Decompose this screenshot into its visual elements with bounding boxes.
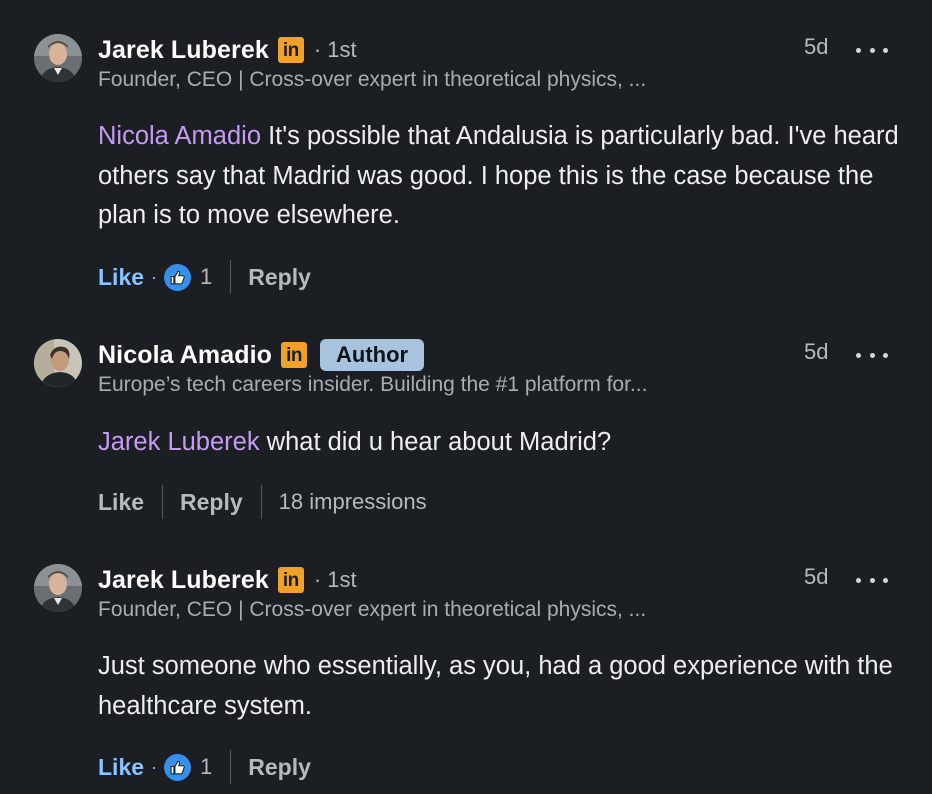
reply-button[interactable]: Reply	[180, 489, 243, 516]
author-row: Nicola Amadio in Author	[98, 337, 425, 373]
like-button[interactable]: Like	[98, 754, 144, 781]
avatar[interactable]	[34, 34, 82, 82]
comment-actions: Like Reply 18 impressions	[98, 485, 427, 519]
divider	[260, 485, 262, 519]
divider	[230, 260, 232, 294]
author-badge: Author	[320, 339, 425, 371]
avatar[interactable]	[34, 339, 82, 387]
separator-dot: ·	[151, 756, 158, 777]
impressions-count[interactable]: 18 impressions	[279, 489, 427, 515]
divider	[162, 485, 164, 519]
commenter-name[interactable]: Jarek Luberek	[98, 36, 269, 65]
comment-text: Nicola Amadio It's possible that Andalus…	[98, 117, 908, 236]
comment-actions: Like · 1 Reply	[98, 260, 311, 294]
comment-time: 5d	[804, 34, 829, 59]
mention-link[interactable]: Nicola Amadio	[98, 122, 261, 150]
commenter-headline: Founder, CEO | Cross-over expert in theo…	[98, 598, 647, 621]
thumbs-up-icon[interactable]	[164, 263, 192, 291]
commenter-name[interactable]: Nicola Amadio	[98, 341, 272, 370]
author-row: Jarek Luberek in · 1st	[98, 32, 357, 68]
linkedin-icon: in	[277, 37, 304, 63]
commenter-headline: Founder, CEO | Cross-over expert in theo…	[98, 68, 647, 91]
more-options-icon[interactable]	[856, 351, 888, 359]
reply-button[interactable]: Reply	[248, 754, 311, 781]
more-options-icon[interactable]	[856, 46, 888, 54]
like-button[interactable]: Like	[98, 264, 144, 291]
comment-time: 5d	[804, 339, 829, 364]
reply-button[interactable]: Reply	[248, 264, 311, 291]
separator-dot: ·	[151, 266, 158, 287]
connection-degree: · 1st	[313, 37, 357, 62]
comment-1: Jarek Luberek in · 1st Founder, CEO | Cr…	[0, 32, 932, 302]
comment-actions: Like · 1 Reply	[98, 750, 311, 784]
comment-text: Just someone who essentially, as you, ha…	[98, 647, 908, 726]
comment-3: Jarek Luberek in · 1st Founder, CEO | Cr…	[0, 562, 932, 794]
reaction-count[interactable]: 1	[200, 754, 212, 780]
divider	[230, 750, 232, 784]
connection-degree: · 1st	[313, 567, 357, 592]
linkedin-icon: in	[281, 342, 308, 368]
linkedin-icon: in	[277, 567, 304, 593]
more-options-icon[interactable]	[856, 576, 888, 584]
comment-time: 5d	[804, 564, 829, 589]
thumbs-up-icon[interactable]	[164, 753, 192, 781]
commenter-headline: Europe’s tech careers insider. Building …	[98, 373, 648, 396]
author-row: Jarek Luberek in · 1st	[98, 562, 357, 598]
avatar[interactable]	[34, 564, 82, 612]
like-button[interactable]: Like	[98, 489, 144, 516]
comment-2: Nicola Amadio in Author Europe’s tech ca…	[0, 337, 932, 527]
commenter-name[interactable]: Jarek Luberek	[98, 566, 269, 595]
comment-body: what did u hear about Madrid?	[259, 428, 612, 456]
comment-body: Just someone who essentially, as you, ha…	[98, 652, 893, 720]
mention-link[interactable]: Jarek Luberek	[98, 428, 260, 456]
comment-text: Jarek Luberek what did u hear about Madr…	[98, 423, 908, 463]
reaction-count[interactable]: 1	[200, 264, 212, 290]
